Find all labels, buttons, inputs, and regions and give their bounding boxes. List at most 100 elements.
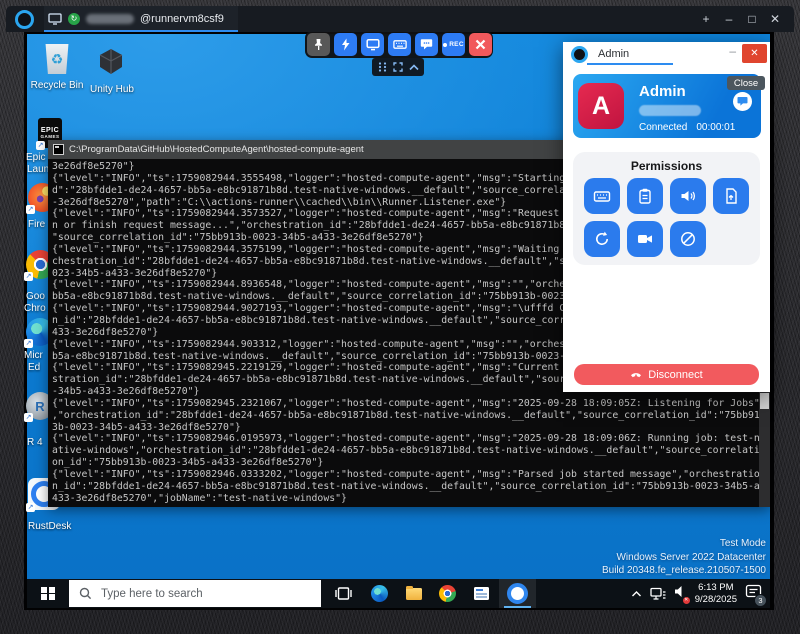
file-explorer-icon [406,588,422,600]
session-toolbar: REC [305,31,493,58]
search-icon [79,587,92,600]
record-button[interactable]: REC [442,33,465,56]
taskbar-explorer-button[interactable] [397,579,430,608]
watermark-line: Windows Server 2022 Datacenter [602,551,766,565]
tray-date: 9/28/2025 [695,594,737,606]
disconnect-label: Disconnect [648,369,702,381]
record-dot-icon [443,43,447,47]
chevron-up-icon[interactable] [409,64,419,71]
shortcut-arrow-icon: ↗ [24,339,33,348]
grid-icon[interactable] [378,62,387,72]
tray-clock[interactable]: 6:13 PM 9/28/2025 [695,582,737,606]
pin-icon[interactable] [307,33,330,56]
file-transfer-permission-button[interactable] [713,178,749,214]
app-titlebar[interactable]: ↻ @runnervm8csf9 + – □ ✕ [6,6,794,32]
fullscreen-icon[interactable] [393,62,403,72]
network-icon[interactable] [650,587,666,601]
desktop-icon-label: Goo [26,291,45,302]
minimize-button[interactable]: – [722,12,736,26]
permissions-card: Permissions [573,152,760,265]
search-placeholder: Type here to search [101,588,203,600]
restart-permission-button[interactable] [584,221,620,257]
close-session-icon[interactable] [469,33,492,56]
unity-hub-icon [96,48,126,75]
windows-logo-icon [41,587,55,601]
task-view-button[interactable] [327,579,360,608]
record-label: REC [449,41,464,48]
watermark-line: Test Mode [602,537,766,551]
volume-muted-icon[interactable]: ✕ [674,585,687,603]
screen: { "app": { "tab_label": "@runnervm8csf9"… [0,0,800,634]
recycle-bin-icon: ♻ [44,44,70,74]
taskbar-search[interactable]: Type here to search [69,580,321,607]
close-tooltip: Close [727,76,765,90]
chat-icon[interactable] [415,33,438,56]
close-button[interactable]: ✕ [742,44,767,63]
tray-time: 6:13 PM [695,582,737,594]
camera-permission-button[interactable] [627,221,663,257]
new-tab-button[interactable]: + [699,12,713,26]
peer-id-redacted [86,14,134,24]
desktop-icon-label: RustDesk [28,521,71,532]
clipboard-permission-button[interactable] [627,178,663,214]
maximize-button[interactable]: □ [745,12,759,26]
desktop-icon-label: Micr [24,350,43,361]
toolbar-handle [372,58,424,76]
permissions-title: Permissions [573,152,760,173]
block-permission-button[interactable] [670,221,706,257]
actions-icon[interactable] [334,33,357,56]
console-log-line: on_id":"75bb913b-0023-34b5-a433-3e26df8e… [52,457,770,469]
console-log-line: {"level":"INFO","ts":1759082946.0195973,… [52,433,770,445]
tab-underline [587,63,673,65]
taskbar: Type here to search ✕ 6:13 PM 9/28/2025 … [27,579,770,608]
close-button[interactable]: ✕ [768,12,782,26]
console-log-line: ,"orchestration_id":"28bfdde1-de24-4657-… [52,410,770,422]
peer-name: Admin [639,83,686,100]
session-tab[interactable]: ↻ @runnervm8csf9 [44,6,238,32]
minimize-button[interactable]: – [729,44,736,58]
rustdesk-logo-icon [571,46,588,63]
console-title: C:\ProgramData\GitHub\HostedComputeAgent… [69,144,364,155]
status-text: Connected [639,122,687,133]
taskbar-rustdesk-button[interactable] [499,579,536,608]
tray-chevron-up-icon[interactable] [631,590,642,598]
shortcut-arrow-icon: ↗ [24,413,33,422]
chat-bubble-button[interactable] [733,92,752,111]
desktop-icon-recycle-bin[interactable]: ♻ [44,44,70,74]
audio-permission-button[interactable] [670,178,706,214]
start-button[interactable] [27,579,69,608]
desktop-icon-label: Fire [28,219,45,230]
desktop-icon-label: R 4 [27,437,43,448]
shortcut-arrow-icon: ↗ [24,272,33,281]
taskbar-chrome-button[interactable] [431,579,464,608]
disconnect-button[interactable]: Disconnect [574,364,759,385]
phone-off-icon [630,370,642,379]
notification-badge: 3 [754,594,767,607]
admin-tab[interactable]: Admin [598,48,629,60]
tab-label: @runnervm8csf9 [140,13,224,25]
console-log-line: n_id":"28bfdde1-de24-4657-bb5a-e8bc91871… [52,481,770,493]
taskbar-app-window-button[interactable] [465,579,498,608]
keyboard-icon[interactable] [388,33,411,56]
console-log-line: {"level":"INFO","ts":1759082946.0333202,… [52,469,770,481]
app-window-icon [474,587,489,600]
console-log-line: 3b-0023-34b5-a433-3e26df8e5270"} [52,422,770,434]
system-tray: ✕ 6:13 PM 9/28/2025 3 [631,579,770,608]
console-icon [53,144,64,155]
session-timer: 00:00:01 [696,122,735,133]
console-log-line: 433-3e26df8e5270","jobName":"test-native… [52,493,770,505]
action-center-button[interactable]: 3 [745,584,762,604]
desktop-icon-label: Chro [24,303,46,314]
desktop-icon-unity-hub[interactable] [96,48,126,80]
scrollbar-thumb[interactable] [760,393,769,409]
taskbar-edge-button[interactable] [363,579,396,608]
admin-titlebar[interactable]: Admin – ✕ [563,42,770,66]
avatar: A [578,83,624,129]
shortcut-arrow-icon: ↗ [36,141,45,150]
display-icon[interactable] [361,33,384,56]
edge-icon [371,585,388,602]
chrome-icon [439,585,456,602]
keyboard-permission-button[interactable] [584,178,620,214]
console-log-line: {"level":"INFO","ts":1759082945.2321067,… [52,398,770,410]
peer-id-redacted [639,105,701,116]
